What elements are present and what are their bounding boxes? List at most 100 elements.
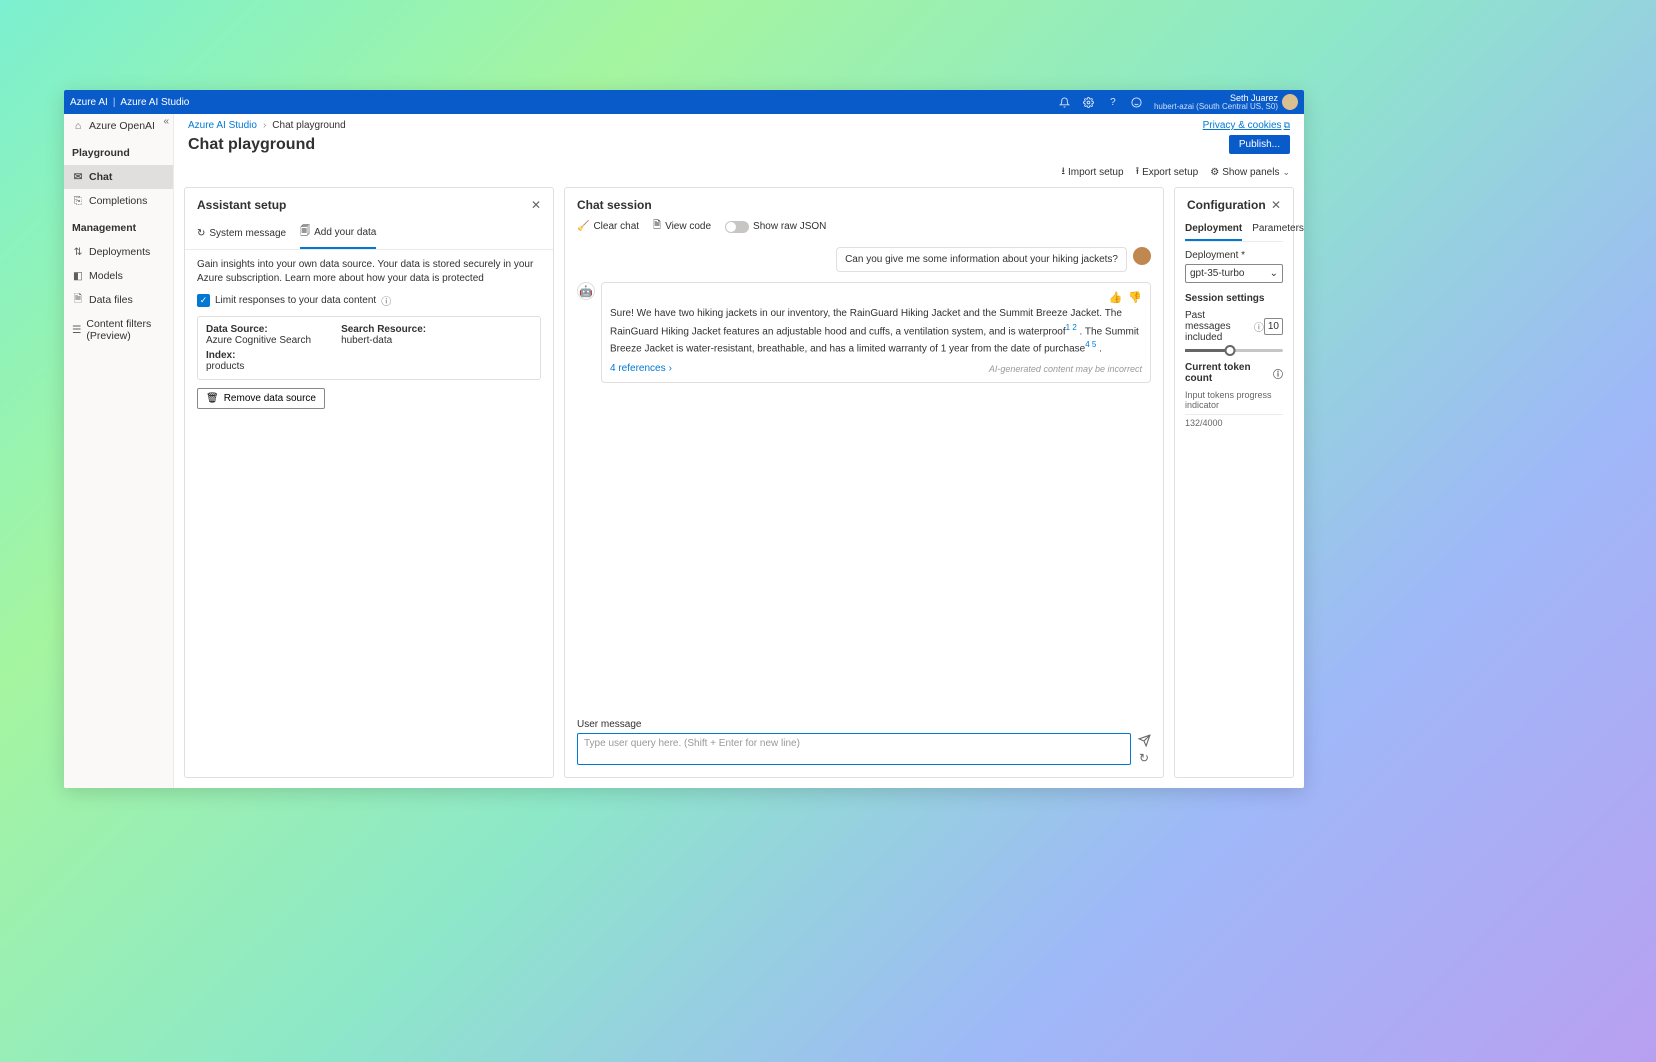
- user-message-text: Can you give me some information about y…: [836, 247, 1127, 272]
- privacy-link[interactable]: Privacy & cookies⧉: [1203, 120, 1290, 131]
- brand-azure-ai-studio[interactable]: Azure AI Studio: [120, 97, 189, 108]
- info-icon[interactable]: ⓘ: [381, 293, 391, 308]
- tab-deployment[interactable]: Deployment: [1185, 218, 1242, 241]
- user-subscription: hubert-azai (South Central US, S0): [1154, 103, 1278, 111]
- panel-title: Chat session: [577, 198, 652, 212]
- nav-label: Content filters (Preview): [86, 318, 165, 342]
- tool-label: Show raw JSON: [753, 221, 826, 232]
- thumbs-down-icon[interactable]: 👎: [1128, 291, 1142, 304]
- bot-icon: 🤖: [577, 282, 595, 300]
- brand-azure-ai[interactable]: Azure AI: [70, 97, 108, 108]
- index-label: Index:: [206, 350, 532, 361]
- citation[interactable]: 1 2: [1066, 323, 1077, 332]
- main: Azure AI Studio › Chat playground Privac…: [174, 114, 1304, 788]
- user-message: Can you give me some information about y…: [577, 247, 1151, 272]
- refresh-icon: ↻: [197, 228, 205, 239]
- tool-label: View code: [665, 221, 711, 232]
- tool-label: Show panels: [1222, 167, 1279, 178]
- panel-title: Configuration: [1187, 198, 1266, 212]
- chat-session-panel: Chat session 🧹 Clear chat 🗎 View code: [564, 187, 1164, 778]
- ai-message-text: Sure! We have two hiking jackets in our …: [610, 307, 1142, 357]
- messages-area: Can you give me some information about y…: [565, 243, 1163, 713]
- topbar: Azure AI | Azure AI Studio ? Seth Juarez…: [64, 90, 1304, 114]
- toggle-switch[interactable]: [725, 221, 749, 233]
- user-message-label: User message: [577, 719, 1151, 730]
- panels-icon: ⚙: [1210, 167, 1219, 178]
- nav-completions[interactable]: ⎘ Completions: [64, 189, 173, 213]
- nav-label: Data files: [89, 294, 133, 306]
- user-menu[interactable]: Seth Juarez hubert-azai (South Central U…: [1154, 94, 1298, 111]
- data-source-value: Azure Cognitive Search: [206, 335, 311, 346]
- limit-responses-label: Limit responses to your data content: [215, 295, 376, 306]
- export-icon: ⭱: [1136, 164, 1140, 181]
- data-icon: 🗐: [300, 224, 310, 241]
- search-resource-label: Search Resource:: [341, 324, 426, 335]
- trash-icon: 🗑: [206, 393, 219, 404]
- notifications-icon[interactable]: [1058, 95, 1072, 109]
- nav-header-playground: Playground: [64, 138, 173, 165]
- past-messages-input[interactable]: 10: [1264, 318, 1283, 335]
- external-link-icon: ⧉: [1284, 120, 1290, 130]
- past-messages-label: Past messages included: [1185, 310, 1251, 343]
- tool-label: Export setup: [1142, 167, 1198, 178]
- publish-button[interactable]: Publish...: [1229, 135, 1290, 154]
- nav-label: Chat: [89, 171, 112, 183]
- settings-icon[interactable]: [1082, 95, 1096, 109]
- token-count-value: 132/4000: [1185, 418, 1223, 428]
- user-message-input[interactable]: Type user query here. (Shift + Enter for…: [577, 733, 1131, 765]
- breadcrumb-current: Chat playground: [272, 120, 345, 131]
- nav-content-filters[interactable]: ☰ Content filters (Preview): [64, 312, 173, 348]
- help-icon[interactable]: ?: [1106, 95, 1120, 109]
- past-messages-slider[interactable]: [1185, 349, 1283, 352]
- chevron-right-icon: ›: [669, 363, 672, 374]
- nav-models[interactable]: ◧ Models: [64, 264, 173, 288]
- broom-icon: 🧹: [577, 221, 589, 232]
- tab-parameters[interactable]: Parameters: [1252, 218, 1304, 241]
- tab-system-message[interactable]: ↻ System message: [197, 218, 286, 249]
- nav-label: Deployments: [89, 246, 150, 258]
- clear-chat-button[interactable]: 🧹 Clear chat: [577, 221, 639, 232]
- session-settings-title: Session settings: [1185, 293, 1283, 304]
- files-icon: 🗎: [72, 294, 84, 306]
- show-raw-json-toggle[interactable]: Show raw JSON: [725, 221, 826, 233]
- chat-icon: ✉: [72, 171, 84, 183]
- info-icon[interactable]: ⓘ: [1254, 319, 1264, 334]
- import-setup-button[interactable]: ⭳ Import setup: [1061, 164, 1123, 181]
- limit-responses-checkbox[interactable]: ✓: [197, 294, 210, 307]
- nav-chat[interactable]: ✉ Chat: [64, 165, 173, 189]
- feedback-icon[interactable]: [1130, 95, 1144, 109]
- show-panels-button[interactable]: ⚙ Show panels ⌄: [1210, 164, 1290, 181]
- assist-description: Gain insights into your own data source.…: [197, 258, 541, 285]
- info-icon[interactable]: ⓘ: [1273, 366, 1283, 381]
- send-icon[interactable]: [1137, 733, 1151, 747]
- view-code-button[interactable]: 🗎 View code: [653, 218, 711, 235]
- close-icon[interactable]: ✕: [531, 198, 541, 212]
- nav-deployments[interactable]: ⇅ Deployments: [64, 240, 173, 264]
- ai-message: 🤖 👍 👎 Sure! We have two hiking jackets i…: [577, 282, 1151, 383]
- references-link[interactable]: 4 references ›: [610, 363, 672, 374]
- deployment-select[interactable]: gpt-35-turbo ⌄: [1185, 264, 1283, 283]
- tool-label: Import setup: [1068, 167, 1124, 178]
- data-source-label: Data Source:: [206, 324, 311, 335]
- regenerate-icon[interactable]: ↻: [1137, 751, 1151, 765]
- tab-add-your-data[interactable]: 🗐 Add your data: [300, 218, 376, 249]
- ai-disclaimer: AI-generated content may be incorrect: [989, 364, 1142, 374]
- close-icon[interactable]: ✕: [1271, 198, 1281, 212]
- select-value: gpt-35-turbo: [1190, 268, 1244, 279]
- import-icon: ⭳: [1061, 164, 1065, 181]
- citation[interactable]: 4 5: [1085, 340, 1096, 349]
- nav-azure-openai[interactable]: ⌂ Azure OpenAI: [64, 114, 173, 138]
- tab-label: Add your data: [314, 227, 376, 238]
- models-icon: ◧: [72, 270, 84, 282]
- export-setup-button[interactable]: ⭱ Export setup: [1136, 164, 1199, 181]
- chevron-down-icon: ⌄: [1270, 268, 1278, 279]
- remove-data-source-button[interactable]: 🗑 Remove data source: [197, 388, 325, 409]
- nav-data-files[interactable]: 🗎 Data files: [64, 288, 173, 312]
- app-window: Azure AI | Azure AI Studio ? Seth Juarez…: [64, 90, 1304, 788]
- thumbs-up-icon[interactable]: 👍: [1109, 291, 1123, 304]
- nav-label: Azure OpenAI: [89, 120, 155, 132]
- setup-toolbar: ⭳ Import setup ⭱ Export setup ⚙ Show pan…: [174, 164, 1304, 187]
- user-avatar: [1133, 247, 1151, 265]
- breadcrumb-root[interactable]: Azure AI Studio: [188, 120, 257, 131]
- collapse-sidebar-icon[interactable]: «: [163, 116, 169, 127]
